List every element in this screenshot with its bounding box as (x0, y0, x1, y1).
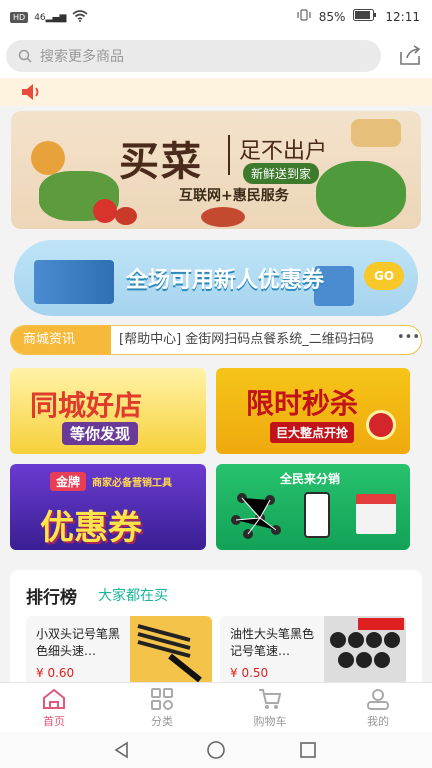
city-illustration (34, 260, 114, 304)
flash-sale-title: 限时秒杀 (246, 387, 359, 420)
banner-divider (228, 135, 230, 175)
banner-tag: 新鲜送到家 (243, 163, 320, 184)
notice-bar[interactable] (0, 78, 432, 106)
coupon-card[interactable]: 金牌 商家必备营销工具 优惠券 (10, 464, 206, 550)
tab-profile-label: 我的 (367, 715, 389, 728)
battery-text: 85% (318, 9, 346, 24)
search-input[interactable]: 搜索更多商品 (6, 40, 381, 72)
product-name: 小双头记号笔黑色细头速… (36, 627, 121, 658)
signal-icon: 46▂▄▆ (34, 12, 67, 23)
tab-cart-label: 购物车 (253, 715, 287, 728)
home-nav-icon[interactable] (205, 740, 227, 760)
vegetable-illustration (31, 141, 65, 175)
tab-home[interactable]: 首页 (0, 683, 108, 732)
signal-label: 46 (34, 12, 46, 23)
product-image (324, 616, 406, 686)
product-card[interactable]: 油性大头笔黑色记号笔速… ¥ 0.50 (220, 616, 406, 686)
home-icon (43, 688, 65, 709)
tab-home-label: 首页 (43, 715, 65, 728)
phone-icon (304, 492, 330, 538)
product-card[interactable]: 小双头记号笔黑色细头速… ¥ 0.60 (26, 616, 212, 686)
flash-sale-card[interactable]: 限时秒杀 巨大整点开抢 (216, 368, 410, 454)
ranking-section: 排行榜 大家都在买 小双头记号笔黑色细头速… ¥ 0.60 油性大头笔黑色记号笔… (10, 570, 422, 686)
tab-category[interactable]: 分类 (108, 683, 216, 732)
share-icon[interactable] (398, 44, 422, 66)
search-icon (18, 49, 32, 63)
product-name: 油性大头笔黑色记号笔速… (230, 627, 315, 658)
vibrate-icon (297, 9, 311, 24)
status-bar: HD 46▂▄▆ 85% 12:11 (0, 0, 432, 34)
battery-icon (353, 9, 377, 24)
go-badge: GO (364, 262, 404, 290)
network-icon (230, 490, 290, 540)
product-image (130, 616, 212, 686)
product-price: ¥ 0.60 (36, 666, 75, 680)
speaker-icon (22, 84, 39, 100)
tab-cart[interactable]: 购物车 (216, 683, 324, 732)
system-nav-bar (0, 732, 432, 768)
alarm-clock-icon (366, 410, 396, 440)
cabbage-illustration (316, 161, 406, 227)
product-price: ¥ 0.50 (230, 666, 269, 680)
good-shop-subtitle: 等你发现 (62, 422, 139, 445)
search-placeholder: 搜索更多商品 (40, 49, 124, 65)
back-icon[interactable] (112, 740, 132, 760)
new-user-coupon-banner[interactable]: 全场可用新人优惠券 GO (14, 240, 418, 316)
recents-icon[interactable] (298, 740, 318, 760)
good-shop-card[interactable]: 同城好店 等你发现 (10, 368, 206, 454)
more-icon[interactable]: ••• (397, 330, 420, 350)
news-ticker[interactable]: 商城资讯 [帮助中心] 金街网扫码点餐系统_二维码扫码 ••• (10, 325, 422, 355)
wifi-icon (72, 10, 88, 25)
hd-icon: HD (10, 12, 29, 23)
distribution-title: 全民来分销 (280, 472, 341, 486)
cart-icon (259, 689, 282, 709)
good-shop-title: 同城好店 (30, 389, 143, 422)
flash-sale-subtitle: 巨大整点开抢 (270, 422, 355, 443)
tab-category-label: 分类 (151, 715, 173, 728)
hero-banner[interactable]: 买菜 足不出户 新鲜送到家 互联网+惠民服务 (11, 111, 421, 229)
ranking-title: 排行榜 (26, 588, 77, 608)
shop-icon (356, 494, 396, 534)
pepper-illustration (115, 207, 137, 225)
bottom-tab-bar: 首页 分类 购物车 我的 (0, 682, 432, 732)
banner-subline: 互联网+惠民服务 (179, 188, 289, 204)
clock: 12:11 (385, 9, 420, 24)
news-label: 商城资讯 (11, 326, 111, 354)
distribution-card[interactable]: 全民来分销 (216, 464, 410, 550)
ranking-subtitle: 大家都在买 (98, 588, 168, 604)
coupon-banner-text: 全场可用新人优惠券 (126, 268, 325, 293)
banner-slogan: 足不出户 (239, 139, 328, 164)
bowl-illustration (201, 207, 245, 227)
profile-icon (367, 689, 389, 710)
coupon-subtitle: 商家必备营销工具 (92, 478, 172, 489)
category-icon (151, 688, 173, 710)
coupon-title: 优惠券 (40, 508, 142, 548)
search-bar: 搜索更多商品 (0, 34, 432, 78)
banner-headline: 买菜 (119, 138, 203, 185)
tab-profile[interactable]: 我的 (324, 683, 432, 732)
coupon-brand: 金牌 (50, 472, 87, 491)
news-message[interactable]: [帮助中心] 金街网扫码点餐系统_二维码扫码 (119, 326, 399, 354)
bread-illustration (351, 119, 401, 147)
tomato-illustration (93, 199, 117, 223)
